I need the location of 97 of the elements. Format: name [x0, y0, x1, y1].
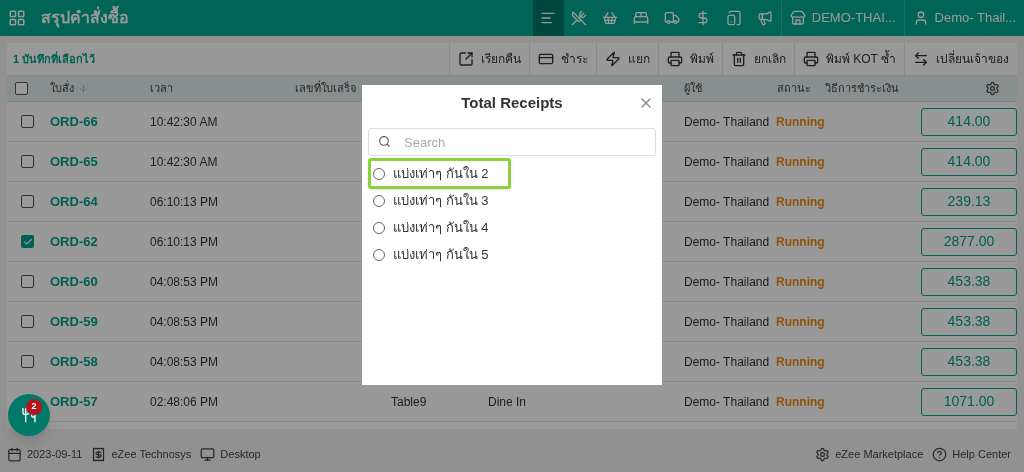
user-cell: Demo- Thailand — [684, 234, 770, 249]
recall-button[interactable]: เรียกคืน — [448, 42, 529, 76]
column-header[interactable]: ผู้ใช้ — [684, 82, 702, 95]
option-label: แบ่งเท่าๆ กันใน 2 — [393, 164, 489, 183]
user-cell: Demo- Thailand — [684, 354, 770, 369]
swap-arrows-icon — [913, 51, 929, 67]
help-center-link[interactable]: Help Center — [952, 445, 1011, 463]
row-checkbox[interactable] — [21, 315, 34, 328]
marketplace-link[interactable]: eZee Marketplace — [835, 445, 924, 463]
printer-icon — [666, 51, 683, 67]
order-link[interactable]: ORD-57 — [50, 393, 98, 409]
settings-icon[interactable] — [985, 81, 1000, 96]
column-header[interactable]: สถานะ — [777, 82, 811, 95]
calendar-icon — [7, 446, 22, 462]
row-checkbox[interactable] — [21, 275, 34, 288]
time-cell: 10:42:30 AM — [150, 114, 218, 129]
trash-icon — [730, 51, 747, 67]
amount-button[interactable]: 239.13 — [921, 187, 1017, 216]
transfer-owner-button[interactable]: เปลี่ยนเจ้าของ — [904, 42, 1017, 76]
status-cell: Running — [776, 234, 825, 249]
lightning-icon — [604, 51, 621, 67]
split-option[interactable]: แบ่งเท่าๆ กันใน 2 — [368, 158, 511, 189]
search-icon — [378, 135, 391, 148]
amount-button[interactable]: 414.00 — [921, 147, 1017, 176]
user-cell: Demo- Thailand — [684, 274, 770, 289]
amount-button[interactable]: 2877.00 — [921, 227, 1017, 256]
cancel-button[interactable]: ยกเลิก — [721, 42, 794, 76]
column-header[interactable]: เลขที่ใบเสร็จ — [295, 82, 356, 95]
order-link[interactable]: ORD-60 — [50, 273, 98, 289]
user-menu[interactable]: Demo- Thail... — [934, 8, 1016, 28]
split-button[interactable]: แยก — [595, 42, 658, 76]
outlet-selector[interactable]: DEMO-THAI... — [811, 8, 896, 28]
pay-button[interactable]: ชำระ — [528, 42, 596, 76]
row-checkbox[interactable] — [21, 355, 34, 368]
status-cell: Running — [776, 154, 825, 169]
time-cell: 04:08:53 PM — [150, 274, 219, 289]
sort-icon[interactable] — [532, 0, 564, 36]
row-checkbox[interactable] — [21, 115, 34, 128]
register-icon — [91, 446, 107, 462]
dialog-title: Total Receipts — [461, 92, 563, 113]
credit-card-icon — [537, 51, 554, 67]
time-cell: 06:10:13 PM — [150, 194, 219, 209]
status-cell: Running — [776, 274, 825, 289]
order-link[interactable]: ORD-62 — [50, 233, 98, 249]
row-checkbox[interactable] — [21, 235, 34, 248]
help-icon — [932, 446, 948, 462]
amount-button[interactable]: 414.00 — [921, 107, 1017, 136]
order-link[interactable]: ORD-66 — [50, 113, 98, 129]
status-cell: Running — [776, 394, 825, 409]
search-field[interactable]: Search — [368, 128, 656, 156]
time-cell: 10:42:30 AM — [150, 154, 218, 169]
page-title: สรุปคำสั่งซื้อ — [41, 6, 129, 30]
user-cell: Demo- Thailand — [684, 394, 770, 409]
column-header[interactable]: ใบสั่ง — [50, 80, 74, 97]
selection-count: 1 บันทึกที่เลือกไว้ — [13, 50, 96, 67]
time-cell: 04:08:53 PM — [150, 354, 219, 369]
option-label: แบ่งเท่าๆ กันใน 3 — [393, 191, 489, 210]
footer-company: eZee Technosys — [111, 446, 192, 462]
column-header[interactable]: วิธีการชำระเงิน — [825, 82, 899, 95]
row-checkbox[interactable] — [21, 155, 34, 168]
settings-icon — [815, 446, 831, 462]
amount-button[interactable]: 453.38 — [921, 267, 1017, 296]
time-cell: 02:48:06 PM — [150, 394, 219, 409]
status-cell: Running — [776, 194, 825, 209]
column-header[interactable]: เวลา — [150, 82, 173, 95]
status-cell: Running — [776, 314, 825, 329]
user-cell: Demo- Thailand — [684, 314, 770, 329]
user-cell: Demo- Thailand — [684, 154, 770, 169]
status-cell: Running — [776, 114, 825, 129]
order-type-cell: Dine In — [488, 394, 527, 409]
footer-device: Desktop — [220, 446, 261, 462]
user-cell: Demo- Thailand — [684, 114, 770, 129]
amount-button[interactable]: 453.38 — [921, 347, 1017, 376]
sort-arrow-icon — [78, 83, 89, 94]
order-link[interactable]: ORD-58 — [50, 353, 98, 369]
amount-button[interactable]: 453.38 — [921, 307, 1017, 336]
table-cell: Table9 — [391, 394, 427, 409]
print-button[interactable]: พิมพ์ — [657, 42, 722, 76]
external-link-icon — [457, 51, 474, 67]
order-link[interactable]: ORD-64 — [50, 193, 98, 209]
option-label: แบ่งเท่าๆ กันใน 4 — [393, 218, 489, 237]
footer-date: 2023-09-11 — [27, 446, 83, 462]
printer-icon — [802, 51, 819, 67]
select-all-checkbox[interactable] — [15, 82, 28, 95]
time-cell: 04:08:53 PM — [150, 314, 219, 329]
store-icon — [789, 10, 806, 26]
time-cell: 06:10:13 PM — [150, 234, 219, 249]
grid-menu-icon[interactable] — [8, 9, 26, 27]
row-checkbox[interactable] — [21, 195, 34, 208]
order-link[interactable]: ORD-65 — [50, 153, 98, 169]
amount-button[interactable]: 1071.00 — [921, 387, 1017, 416]
order-link[interactable]: ORD-59 — [50, 313, 98, 329]
reprint-kot-button[interactable]: พิมพ์ KOT ซ้ำ — [793, 42, 904, 76]
status-cell: Running — [776, 354, 825, 369]
monitor-icon — [200, 446, 216, 462]
user-cell: Demo- Thailand — [684, 194, 770, 209]
option-label: แบ่งเท่าๆ กันใน 5 — [393, 245, 489, 264]
